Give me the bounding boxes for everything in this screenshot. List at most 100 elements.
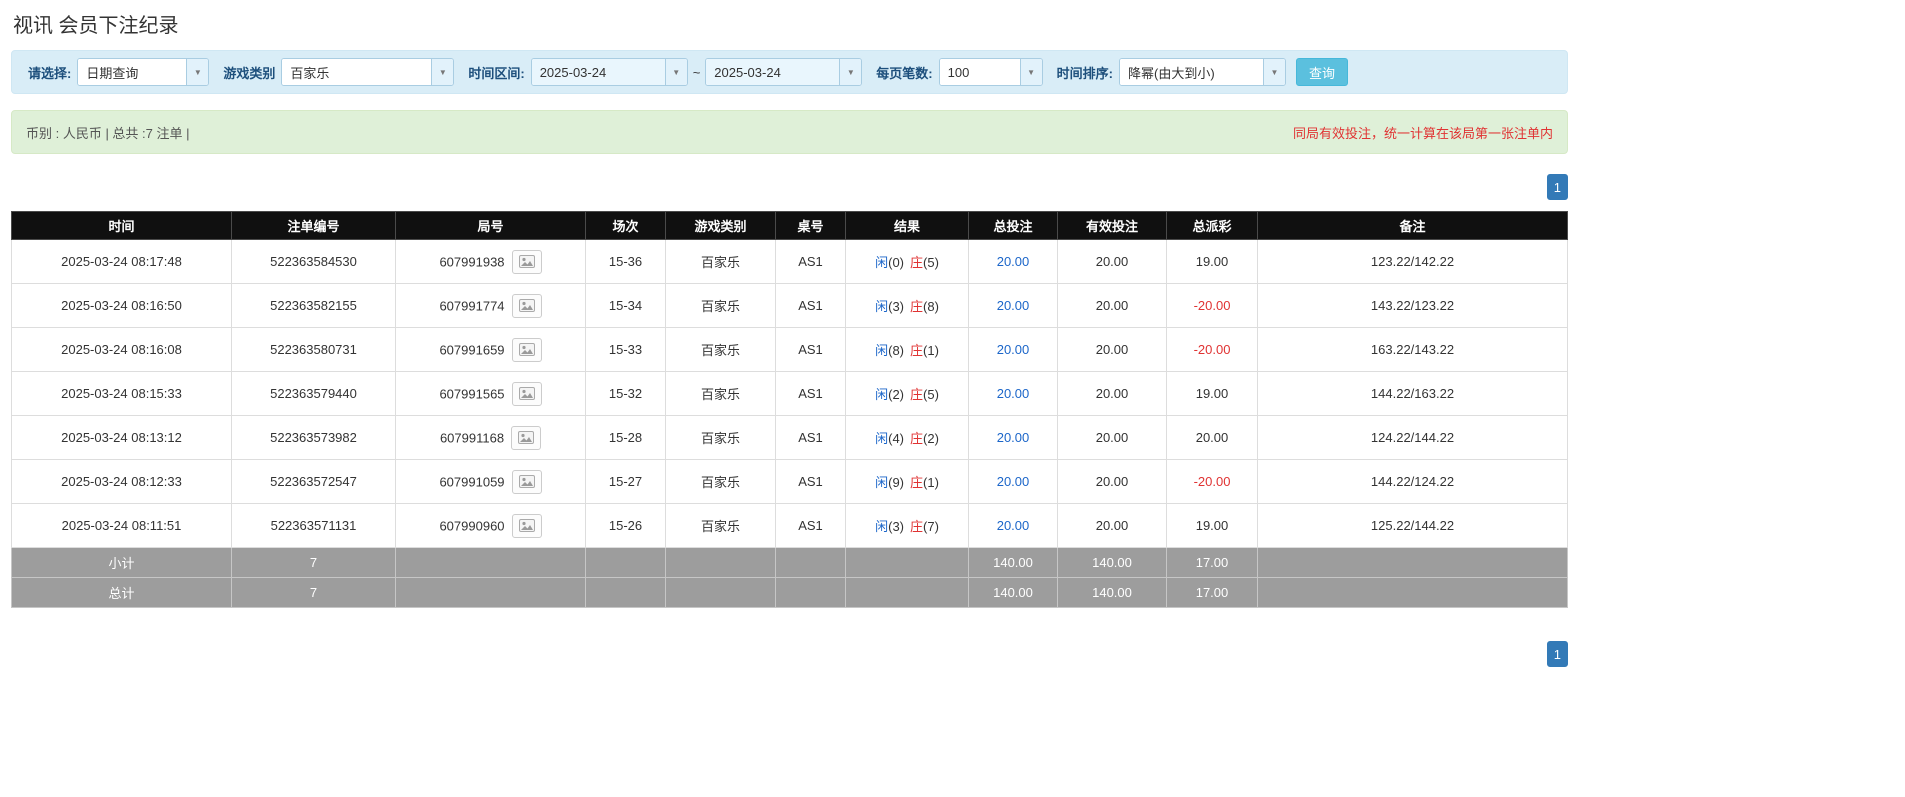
total-bet-link[interactable]: 20.00 [997, 474, 1030, 489]
round-cell: 607991774 [395, 283, 586, 328]
per-page-value[interactable]: 100 [939, 59, 1020, 85]
total-bet-cell: 20.00 [968, 371, 1058, 416]
sort-value[interactable]: 降幂(由大到小) [1119, 59, 1263, 85]
game-type-cell: 百家乐 [665, 283, 776, 328]
payout-cell: 19.00 [1166, 371, 1258, 416]
main-container: 视讯 会员下注纪录 请选择: 日期查询 ▼ 游戏类别 百家乐 ▼ 时间区间: 2… [11, 0, 1568, 667]
total-bet-link[interactable]: 20.00 [997, 298, 1030, 313]
table-no-cell: AS1 [775, 327, 846, 372]
column-header: 备注 [1257, 211, 1568, 240]
summary-currency-text: 币别 : 人民币 | 总共 :7 注单 | [26, 125, 190, 141]
valid-bet-cell: 20.00 [1057, 371, 1167, 416]
bet-id-cell: 522363572547 [231, 459, 396, 504]
player-result-label: 闲 [875, 475, 889, 490]
time-cell: 2025-03-24 08:11:51 [11, 503, 232, 548]
view-round-button[interactable] [511, 381, 542, 406]
subtotal-total-bet: 140.00 [968, 547, 1058, 578]
player-result-label: 闲 [875, 431, 889, 446]
sort-combo[interactable]: 降幂(由大到小) ▼ [1118, 58, 1286, 86]
chevron-down-icon[interactable]: ▼ [839, 59, 862, 85]
player-result-count: (3) [888, 519, 904, 534]
table-no-cell: AS1 [775, 371, 846, 416]
view-round-button[interactable] [511, 249, 542, 274]
game-type-label: 游戏类别 [223, 65, 276, 81]
table-no-cell: AS1 [775, 239, 846, 284]
view-round-button[interactable] [511, 293, 542, 318]
remark-cell: 163.22/143.22 [1257, 327, 1568, 372]
chevron-down-icon[interactable]: ▼ [1262, 59, 1285, 85]
payout-cell: -20.00 [1166, 283, 1258, 328]
pagination-bottom: 1 [11, 641, 1568, 667]
per-page-combo[interactable]: 100 ▼ [938, 58, 1043, 86]
result-cell: 闲(3) 庄(7) [845, 503, 969, 548]
subtotal-valid-bet: 140.00 [1057, 547, 1167, 578]
query-type-value[interactable]: 日期查询 [78, 59, 187, 85]
time-cell: 2025-03-24 08:16:08 [11, 327, 232, 372]
column-header: 结果 [845, 211, 969, 240]
valid-bet-cell: 20.00 [1057, 459, 1167, 504]
game-type-value[interactable]: 百家乐 [282, 59, 432, 85]
bet-id-cell: 522363579440 [231, 371, 396, 416]
chevron-down-icon[interactable]: ▼ [1019, 59, 1042, 85]
total-bet-link[interactable]: 20.00 [997, 430, 1030, 445]
remark-cell: 143.22/123.22 [1257, 283, 1568, 328]
view-round-button[interactable] [511, 337, 542, 362]
pagination-page-button[interactable]: 1 [1546, 641, 1568, 667]
date-to-combo[interactable]: 2025-03-24 ▼ [705, 58, 863, 86]
table-row: 2025-03-24 08:11:51 522363571131 6079909… [11, 503, 1568, 548]
total-bet-cell: 20.00 [968, 459, 1058, 504]
image-icon [518, 475, 535, 488]
column-header: 桌号 [775, 211, 846, 240]
chevron-down-icon[interactable]: ▼ [186, 59, 209, 85]
payout-cell: 19.00 [1166, 503, 1258, 548]
chevron-down-icon[interactable]: ▼ [431, 59, 454, 85]
player-result-label: 闲 [875, 299, 889, 314]
player-result-count: (8) [888, 343, 904, 358]
round-cell: 607991168 [395, 415, 586, 460]
image-icon [518, 431, 535, 444]
table-row: 2025-03-24 08:15:33 522363579440 6079915… [11, 371, 1568, 416]
date-from-value[interactable]: 2025-03-24 [531, 59, 665, 85]
pagination-page-button[interactable]: 1 [1546, 174, 1568, 200]
round-cell: 607991059 [395, 459, 586, 504]
pagination-top: 1 [11, 174, 1568, 200]
per-page-label: 每页笔数: [876, 65, 933, 81]
summary-bar: 币别 : 人民币 | 总共 :7 注单 | 同局有效投注，统一计算在该局第一张注… [11, 110, 1568, 154]
game-type-combo[interactable]: 百家乐 ▼ [281, 58, 455, 86]
image-icon [518, 343, 535, 356]
total-count: 7 [231, 577, 396, 608]
date-from-combo[interactable]: 2025-03-24 ▼ [530, 58, 688, 86]
chevron-down-icon[interactable]: ▼ [664, 59, 687, 85]
bet-id-cell: 522363584530 [231, 239, 396, 284]
payout-cell: 19.00 [1166, 239, 1258, 284]
bet-id-cell: 522363582155 [231, 283, 396, 328]
banker-result-label: 庄 [910, 519, 924, 534]
result-cell: 闲(2) 庄(5) [845, 371, 969, 416]
round-id: 607991059 [439, 474, 505, 489]
search-button[interactable]: 查询 [1295, 58, 1348, 86]
page-title: 视讯 会员下注纪录 [13, 15, 179, 37]
result-cell: 闲(4) 庄(2) [845, 415, 969, 460]
query-type-combo[interactable]: 日期查询 ▼ [77, 58, 210, 86]
view-round-button[interactable] [511, 469, 542, 494]
total-bet-link[interactable]: 20.00 [997, 342, 1030, 357]
banker-result-count: (2) [923, 431, 939, 446]
banker-result-label: 庄 [910, 343, 924, 358]
session-cell: 15-33 [585, 327, 666, 372]
round-id: 607991774 [439, 298, 505, 313]
session-cell: 15-34 [585, 283, 666, 328]
summary-notice-text: 同局有效投注，统一计算在该局第一张注单内 [1292, 125, 1553, 141]
valid-bet-cell: 20.00 [1057, 239, 1167, 284]
view-round-button[interactable] [511, 513, 542, 538]
date-to-value[interactable]: 2025-03-24 [706, 59, 840, 85]
total-bet-link[interactable]: 20.00 [997, 518, 1030, 533]
total-bet-link[interactable]: 20.00 [997, 254, 1030, 269]
payout-cell: -20.00 [1166, 327, 1258, 372]
subtotal-row: 小计 7 140.00 140.00 17.00 [11, 547, 1568, 578]
banker-result-label: 庄 [910, 387, 924, 402]
sort-label: 时间排序: [1056, 65, 1113, 81]
column-header: 局号 [395, 211, 586, 240]
game-type-cell: 百家乐 [665, 415, 776, 460]
view-round-button[interactable] [511, 425, 542, 450]
total-bet-link[interactable]: 20.00 [997, 386, 1030, 401]
